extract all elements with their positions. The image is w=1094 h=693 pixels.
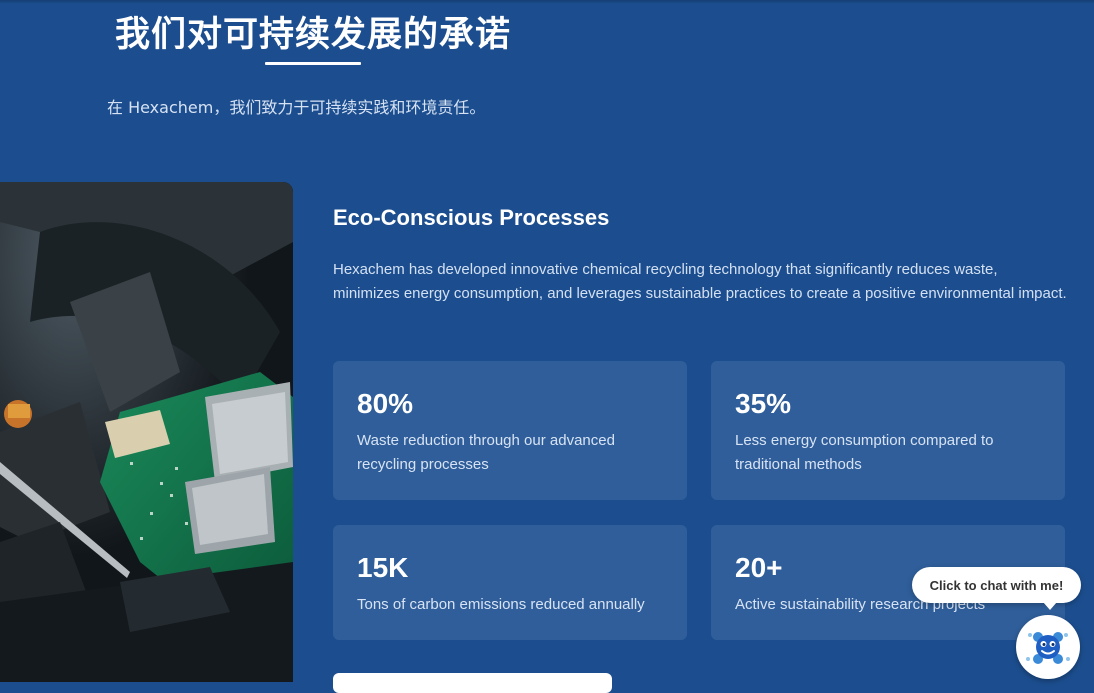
stat-value: 20+ bbox=[735, 552, 783, 583]
section-description: Hexachem has developed innovative chemic… bbox=[333, 261, 1067, 302]
title-underline bbox=[265, 62, 361, 65]
stat-value: 35% bbox=[735, 388, 792, 419]
section-heading: Eco-Conscious Processes bbox=[333, 205, 610, 230]
cta-button[interactable] bbox=[333, 673, 612, 693]
stat-description: Less energy consumption compared to trad… bbox=[735, 432, 994, 473]
chat-prompt-bubble[interactable]: Click to chat with me! bbox=[912, 567, 1081, 610]
stat-description: Waste reduction through our advanced rec… bbox=[357, 432, 615, 473]
page-title: 我们对可持续发展的承诺 bbox=[115, 15, 512, 55]
page-subtitle: 在 Hexachem，我们致力于可持续实践和环境责任。 bbox=[107, 98, 486, 117]
stat-card-carbon: 15K Tons of carbon emissions reduced ann… bbox=[333, 525, 687, 640]
stat-value: 80% bbox=[357, 388, 414, 419]
stat-card-waste: 80% Waste reduction through our advanced… bbox=[333, 361, 687, 500]
stat-description: Tons of carbon emissions reduced annuall… bbox=[357, 596, 645, 613]
chatbot-avatar-icon[interactable] bbox=[1016, 615, 1080, 679]
header-shadow bbox=[0, 0, 1094, 4]
stat-value: 15K bbox=[357, 552, 409, 583]
circuit-board-image bbox=[0, 182, 293, 682]
stat-card-energy: 35% Less energy consumption compared to … bbox=[711, 361, 1065, 500]
